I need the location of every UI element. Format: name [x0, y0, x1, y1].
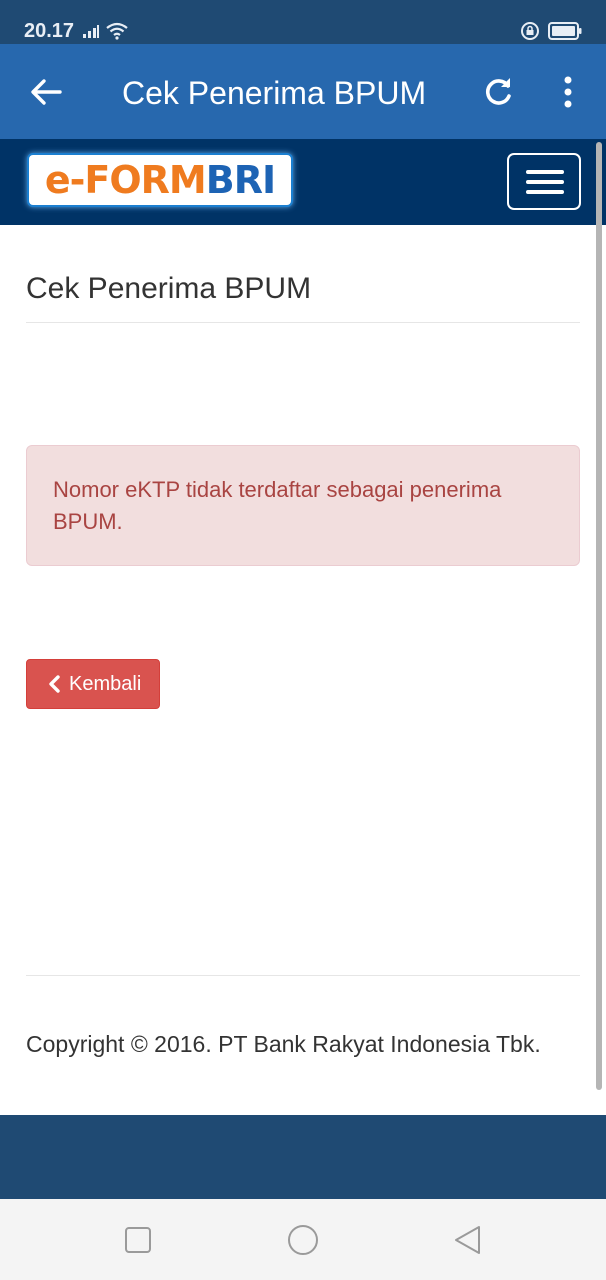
eform-bri-logo[interactable]: e-FORM BRI	[27, 153, 293, 207]
signal-icon	[83, 25, 99, 38]
status-time: 20.17	[24, 20, 75, 42]
error-alert: Nomor eKTP tidak terdaftar sebagai pener…	[26, 445, 580, 566]
footer-divider	[26, 975, 580, 976]
kembali-label: Kembali	[69, 672, 142, 695]
back-arrow-icon[interactable]	[28, 74, 64, 110]
refresh-icon[interactable]	[480, 74, 516, 110]
chevron-left-icon	[49, 675, 60, 693]
kembali-button[interactable]: Kembali	[26, 659, 160, 709]
divider	[26, 322, 580, 323]
recents-square-icon[interactable]	[121, 1223, 155, 1257]
android-nav-bar	[0, 1199, 606, 1280]
wifi-icon	[106, 22, 128, 40]
app-title: Cek Penerima BPUM	[122, 75, 427, 111]
navbar-toggle-button[interactable]	[507, 153, 581, 210]
copyright-text: Copyright © 2016. PT Bank Rakyat Indones…	[26, 1031, 541, 1057]
status-icons-left	[82, 20, 128, 42]
page-title: Cek Penerima BPUM	[26, 272, 312, 305]
bottom-band	[0, 1115, 606, 1199]
page-scrollbar[interactable]	[596, 142, 602, 1090]
app-bar: Cek Penerima BPUM	[0, 44, 606, 139]
alert-message: Nomor eKTP tidak terdaftar sebagai pener…	[53, 477, 502, 534]
battery-icon	[548, 22, 582, 40]
status-icons-right	[520, 20, 582, 42]
status-bar: 20.17	[0, 0, 606, 44]
more-vertical-icon[interactable]	[553, 74, 583, 110]
site-navbar: e-FORM BRI	[0, 139, 606, 225]
back-triangle-icon[interactable]	[451, 1223, 485, 1257]
home-circle-icon[interactable]	[286, 1223, 320, 1257]
lock-rotation-icon	[521, 22, 539, 40]
